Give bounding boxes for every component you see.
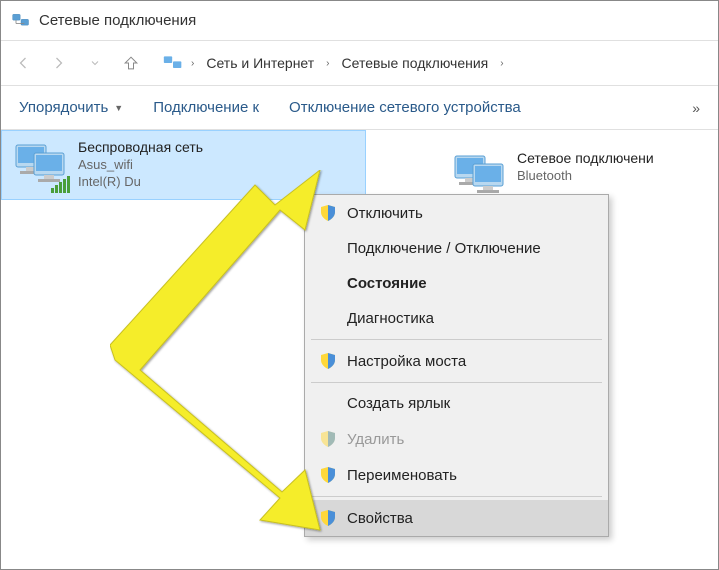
ctx-label: Настройка моста <box>347 353 466 370</box>
dropdown-history-icon[interactable] <box>83 51 107 75</box>
connection-info: Беспроводная сеть Asus_wifi Intel(R) Du <box>78 139 203 189</box>
breadcrumb-item-network[interactable]: Сеть и Интернет <box>202 53 318 73</box>
connection-info: Сетевое подключени Bluetooth <box>517 150 654 183</box>
ctx-label: Переименовать <box>347 467 457 484</box>
up-arrow-icon[interactable] <box>119 51 143 75</box>
ctx-label: Диагностика <box>347 310 434 327</box>
organize-label: Упорядочить <box>19 99 108 116</box>
toolbar-overflow[interactable]: » <box>692 100 700 116</box>
chevron-right-icon[interactable]: › <box>500 58 503 69</box>
ctx-label: Отключить <box>347 205 423 222</box>
ctx-delete: Удалить <box>305 421 608 457</box>
ctx-rename[interactable]: Переименовать <box>305 457 608 493</box>
connection-name: Беспроводная сеть <box>78 139 203 155</box>
network-connections-icon <box>11 11 31 31</box>
ctx-diagnostic[interactable]: Диагностика <box>305 301 608 336</box>
shield-icon <box>319 430 337 448</box>
shield-icon <box>319 466 337 484</box>
ctx-label: Подключение / Отключение <box>347 240 541 257</box>
ctx-label: Свойства <box>347 510 413 527</box>
connection-adapter: Intel(R) Du <box>78 174 203 189</box>
window-title: Сетевые подключения <box>39 12 196 29</box>
chevron-right-icon[interactable]: › <box>326 58 329 69</box>
ctx-label: Создать ярлык <box>347 395 450 412</box>
ctx-toggle[interactable]: Подключение / Отключение <box>305 231 608 266</box>
ctx-disable[interactable]: Отключить <box>305 195 608 231</box>
titlebar: Сетевые подключения <box>1 1 718 41</box>
back-arrow-icon[interactable] <box>11 51 35 75</box>
breadcrumb-item-connections[interactable]: Сетевые подключения <box>338 53 493 73</box>
context-menu: Отключить Подключение / Отключение Состо… <box>304 194 609 537</box>
ctx-properties[interactable]: Свойства <box>305 500 608 536</box>
menu-separator <box>311 339 602 340</box>
connection-name: Сетевое подключени <box>517 150 654 166</box>
ctx-bridge[interactable]: Настройка моста <box>305 343 608 379</box>
navbar: › Сеть и Интернет › Сетевые подключения … <box>1 41 718 86</box>
connection-ssid: Asus_wifi <box>78 157 203 172</box>
network-breadcrumb-icon <box>163 54 183 72</box>
forward-arrow-icon[interactable] <box>47 51 71 75</box>
ctx-label: Удалить <box>347 431 404 448</box>
shield-icon <box>319 352 337 370</box>
organize-button[interactable]: Упорядочить ▼ <box>19 99 123 116</box>
connection-sub: Bluetooth <box>517 168 654 183</box>
chevron-right-icon[interactable]: › <box>191 58 194 69</box>
menu-separator <box>311 382 602 383</box>
ctx-status[interactable]: Состояние <box>305 266 608 301</box>
shield-icon <box>319 509 337 527</box>
disable-device-button[interactable]: Отключение сетевого устройства <box>289 99 521 116</box>
shield-icon <box>319 204 337 222</box>
connect-button[interactable]: Подключение к <box>153 99 259 116</box>
menu-separator <box>311 496 602 497</box>
chevron-down-icon: ▼ <box>114 103 123 113</box>
breadcrumb[interactable]: › Сеть и Интернет › Сетевые подключения … <box>163 53 708 73</box>
ctx-label: Состояние <box>347 275 427 292</box>
connection-item-wifi[interactable]: Беспроводная сеть Asus_wifi Intel(R) Du <box>1 130 366 200</box>
network-adapter-icon <box>10 139 68 191</box>
ctx-shortcut[interactable]: Создать ярлык <box>305 386 608 421</box>
toolbar: Упорядочить ▼ Подключение к Отключение с… <box>1 86 718 130</box>
wifi-signal-icon <box>51 176 70 193</box>
